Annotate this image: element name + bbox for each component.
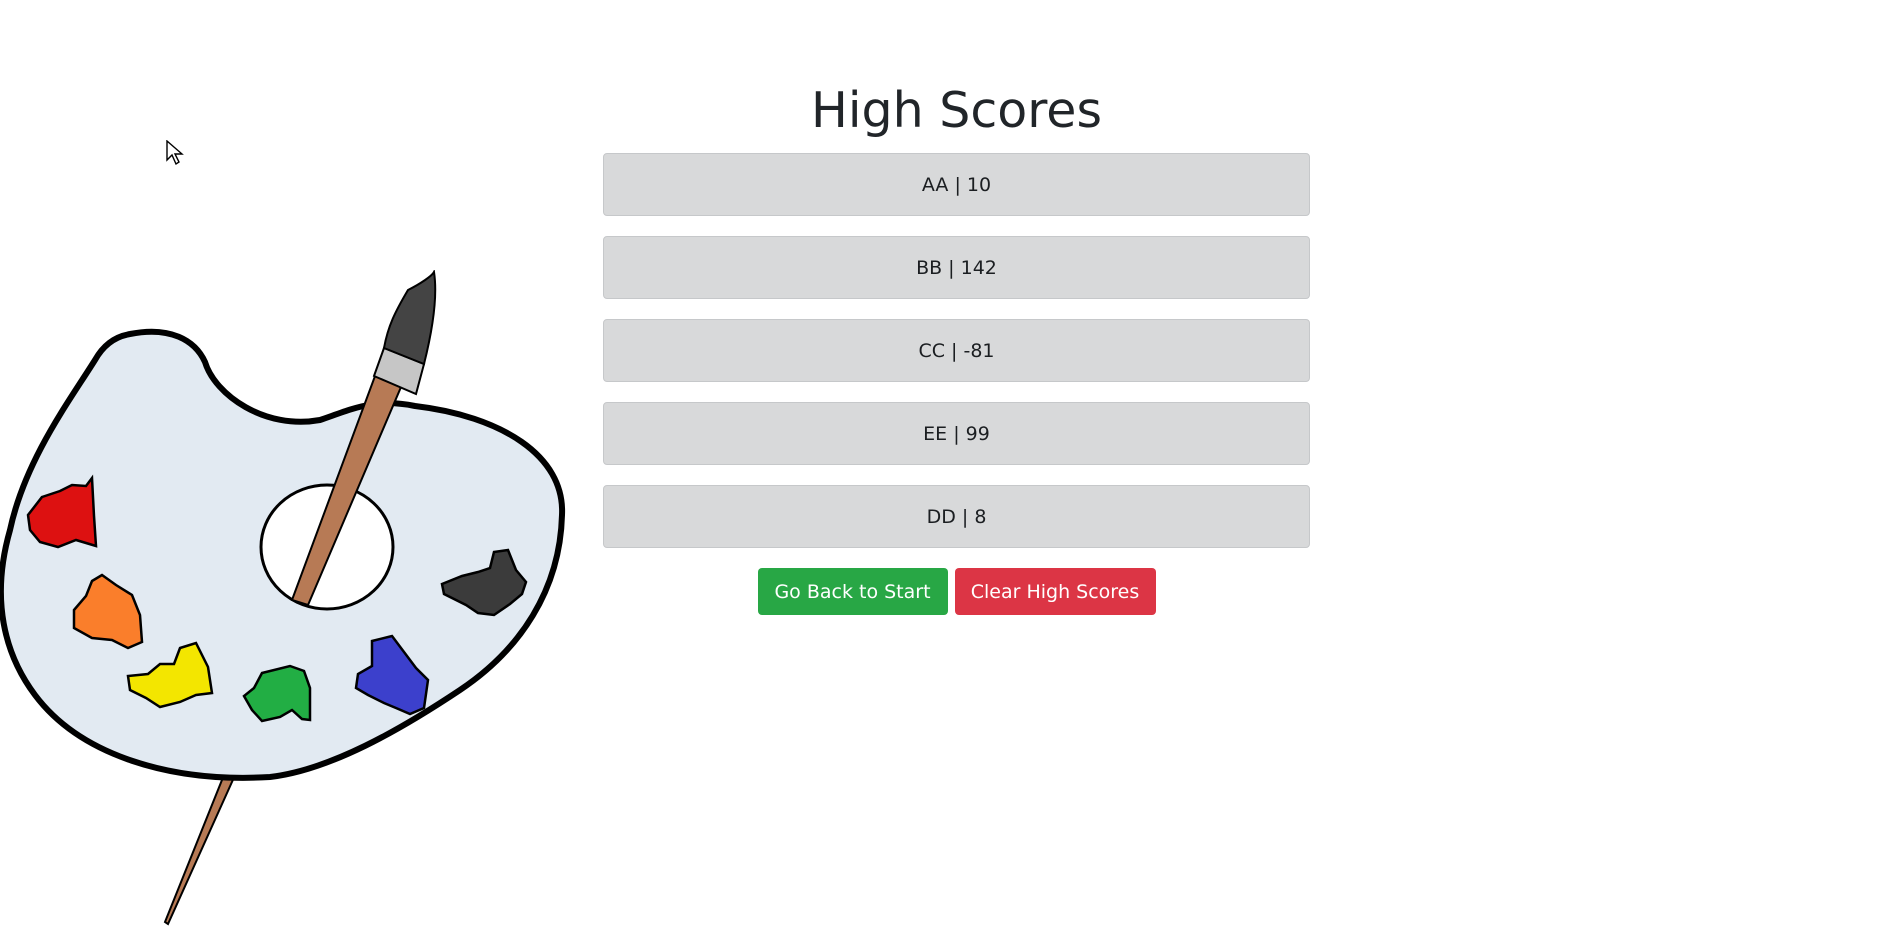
go-back-to-start-button[interactable]: Go Back to Start [757,568,948,615]
score-item: DD | 8 [603,485,1310,548]
page: High Scores AA | 10 BB | 142 CC | -81 EE… [0,0,1898,937]
score-item: CC | -81 [603,319,1310,382]
score-list: AA | 10 BB | 142 CC | -81 EE | 99 DD | 8 [603,153,1310,548]
page-title: High Scores [811,82,1102,139]
score-item: AA | 10 [603,153,1310,216]
score-item: EE | 99 [603,402,1310,465]
actions-row: Go Back to Start Clear High Scores [603,568,1310,615]
high-scores-panel: High Scores AA | 10 BB | 142 CC | -81 EE… [603,78,1310,615]
clear-high-scores-button[interactable]: Clear High Scores [954,568,1156,615]
score-item: BB | 142 [603,236,1310,299]
mouse-cursor-icon [166,140,184,166]
paint-palette-icon [0,270,566,926]
